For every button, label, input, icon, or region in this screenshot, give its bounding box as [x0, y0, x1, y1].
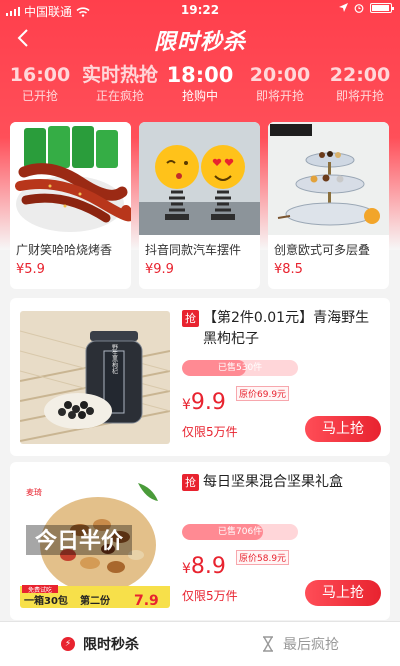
tab-flash-sale[interactable]: ⚡ 限时秒杀 — [0, 622, 200, 666]
sold-progress: 已售530件 — [182, 360, 298, 376]
time-tab-status: 抢购中 — [181, 89, 218, 103]
product-title: 【第2件0.01元】青海野生黑枸杞子 — [203, 310, 370, 347]
tab-last-rush[interactable]: 最后疯抢 — [200, 622, 400, 666]
featured-price: ¥5.9 — [16, 262, 45, 277]
battery-icon — [370, 3, 394, 13]
time-tab-time: 22:00 — [329, 64, 391, 86]
time-tab-2200[interactable]: 22:00 即将开抢 — [320, 62, 400, 110]
buy-now-button[interactable]: 马上抢 — [305, 580, 381, 606]
time-tab-time: 18:00 — [166, 63, 234, 87]
hourglass-icon — [263, 636, 273, 652]
time-tab-status: 即将开抢 — [255, 89, 304, 103]
tab-label: 最后疯抢 — [283, 637, 339, 653]
time-tab-status: 已开抢 — [21, 89, 58, 103]
alarm-icon — [354, 4, 364, 13]
featured-price: ¥8.5 — [274, 262, 303, 277]
product-image-goji: 野生黑枸杞 — [20, 311, 170, 444]
original-price: 原价69.9元 — [236, 386, 290, 401]
page-title: 限时秒杀 — [153, 30, 246, 55]
sold-count: 已售706件 — [218, 527, 263, 537]
currency-symbol: ¥ — [182, 561, 191, 577]
time-tab-time: 16:00 — [9, 64, 71, 86]
stock-limit: 仅限5万件 — [182, 589, 238, 603]
featured-card-bbq[interactable]: 广财笑哈哈烧烤香 ¥5.9 — [10, 122, 131, 289]
flash-badge: 抢 — [182, 474, 199, 491]
buy-now-button[interactable]: 马上抢 — [305, 416, 381, 442]
sale-price: ¥9.9 — [182, 390, 226, 415]
promo-overlay-text: 今日半价 — [35, 528, 124, 554]
time-tabs: 16:00 已开抢 实时热抢 正在疯抢 18:00 抢购中 20:00 即将开抢… — [0, 62, 400, 110]
price-value: 8.9 — [190, 554, 226, 579]
original-price: 原价58.9元 — [236, 550, 290, 565]
currency-symbol: ¥ — [182, 397, 191, 413]
stock-limit: 仅限5万件 — [182, 425, 238, 439]
featured-card-car-decor[interactable]: 抖音同款汽车摆件 ¥9.9 — [139, 122, 260, 289]
featured-title: 创意欧式可多层叠 — [274, 243, 371, 257]
sale-price: ¥8.9 — [182, 554, 226, 579]
sold-count: 已售530件 — [218, 363, 263, 373]
featured-title: 广财笑哈哈烧烤香 — [16, 243, 113, 257]
promo-tag: 免费试吃 — [28, 586, 52, 594]
jar-label: 野生黑枸杞 — [111, 343, 118, 375]
product-title: 每日坚果混合坚果礼盒 — [203, 474, 343, 490]
nav-bar: 限时秒杀 — [0, 20, 400, 56]
time-tab-2000[interactable]: 20:00 即将开抢 — [240, 62, 320, 110]
time-tab-1800[interactable]: 18:00 抢购中 — [160, 62, 240, 110]
brand-logo: 麦琦 — [26, 487, 42, 497]
product-image-tray — [268, 122, 389, 235]
promo-second: 第二份 — [80, 594, 111, 607]
time-tab-status: 即将开抢 — [335, 89, 384, 103]
featured-card-fruit-tray[interactable]: 创意欧式可多层叠 ¥8.5 — [268, 122, 389, 289]
flash-badge: 抢 — [182, 310, 199, 327]
sold-progress: 已售706件 — [182, 524, 298, 540]
product-card-goji[interactable]: 野生黑枸杞 抢 【第2件0.01元】青海野生黑枸杞子 已售530件 原价69.9… — [10, 298, 390, 456]
status-bar: 中国联通 19:22 — [0, 0, 400, 20]
product-image-nuts: 麦琦 今日半价 免费试吃 一箱30包 第二份 7.9 — [20, 475, 170, 608]
time-tab-time: 20:00 — [249, 64, 311, 86]
location-icon — [339, 3, 348, 12]
time-tab-live[interactable]: 实时热抢 正在疯抢 — [80, 62, 160, 110]
product-image-emoji — [139, 122, 260, 235]
promo-box-count: 一箱30包 — [24, 594, 68, 607]
featured-price: ¥9.9 — [145, 262, 174, 277]
product-card-nuts[interactable]: 麦琦 今日半价 免费试吃 一箱30包 第二份 7.9 抢 每日坚果混合坚果礼盒 … — [10, 462, 390, 620]
time-tab-status: 正在疯抢 — [95, 89, 144, 103]
featured-row: 广财笑哈哈烧烤香 ¥5.9 抖音同款汽车摆件 ¥9.9 创意欧式可多层叠 ¥8.… — [10, 122, 390, 289]
time-tab-time: 实时热抢 — [81, 64, 158, 86]
promo-price: 7.9 — [134, 593, 159, 608]
bottom-tab-bar: ⚡ 限时秒杀 最后疯抢 — [0, 621, 400, 666]
time-tab-1600[interactable]: 16:00 已开抢 — [0, 62, 80, 110]
lightning-icon: ⚡ — [61, 637, 75, 651]
price-value: 9.9 — [190, 390, 226, 415]
featured-title: 抖音同款汽车摆件 — [145, 243, 242, 257]
product-image-bbq — [10, 122, 131, 235]
tab-label: 限时秒杀 — [83, 637, 139, 653]
